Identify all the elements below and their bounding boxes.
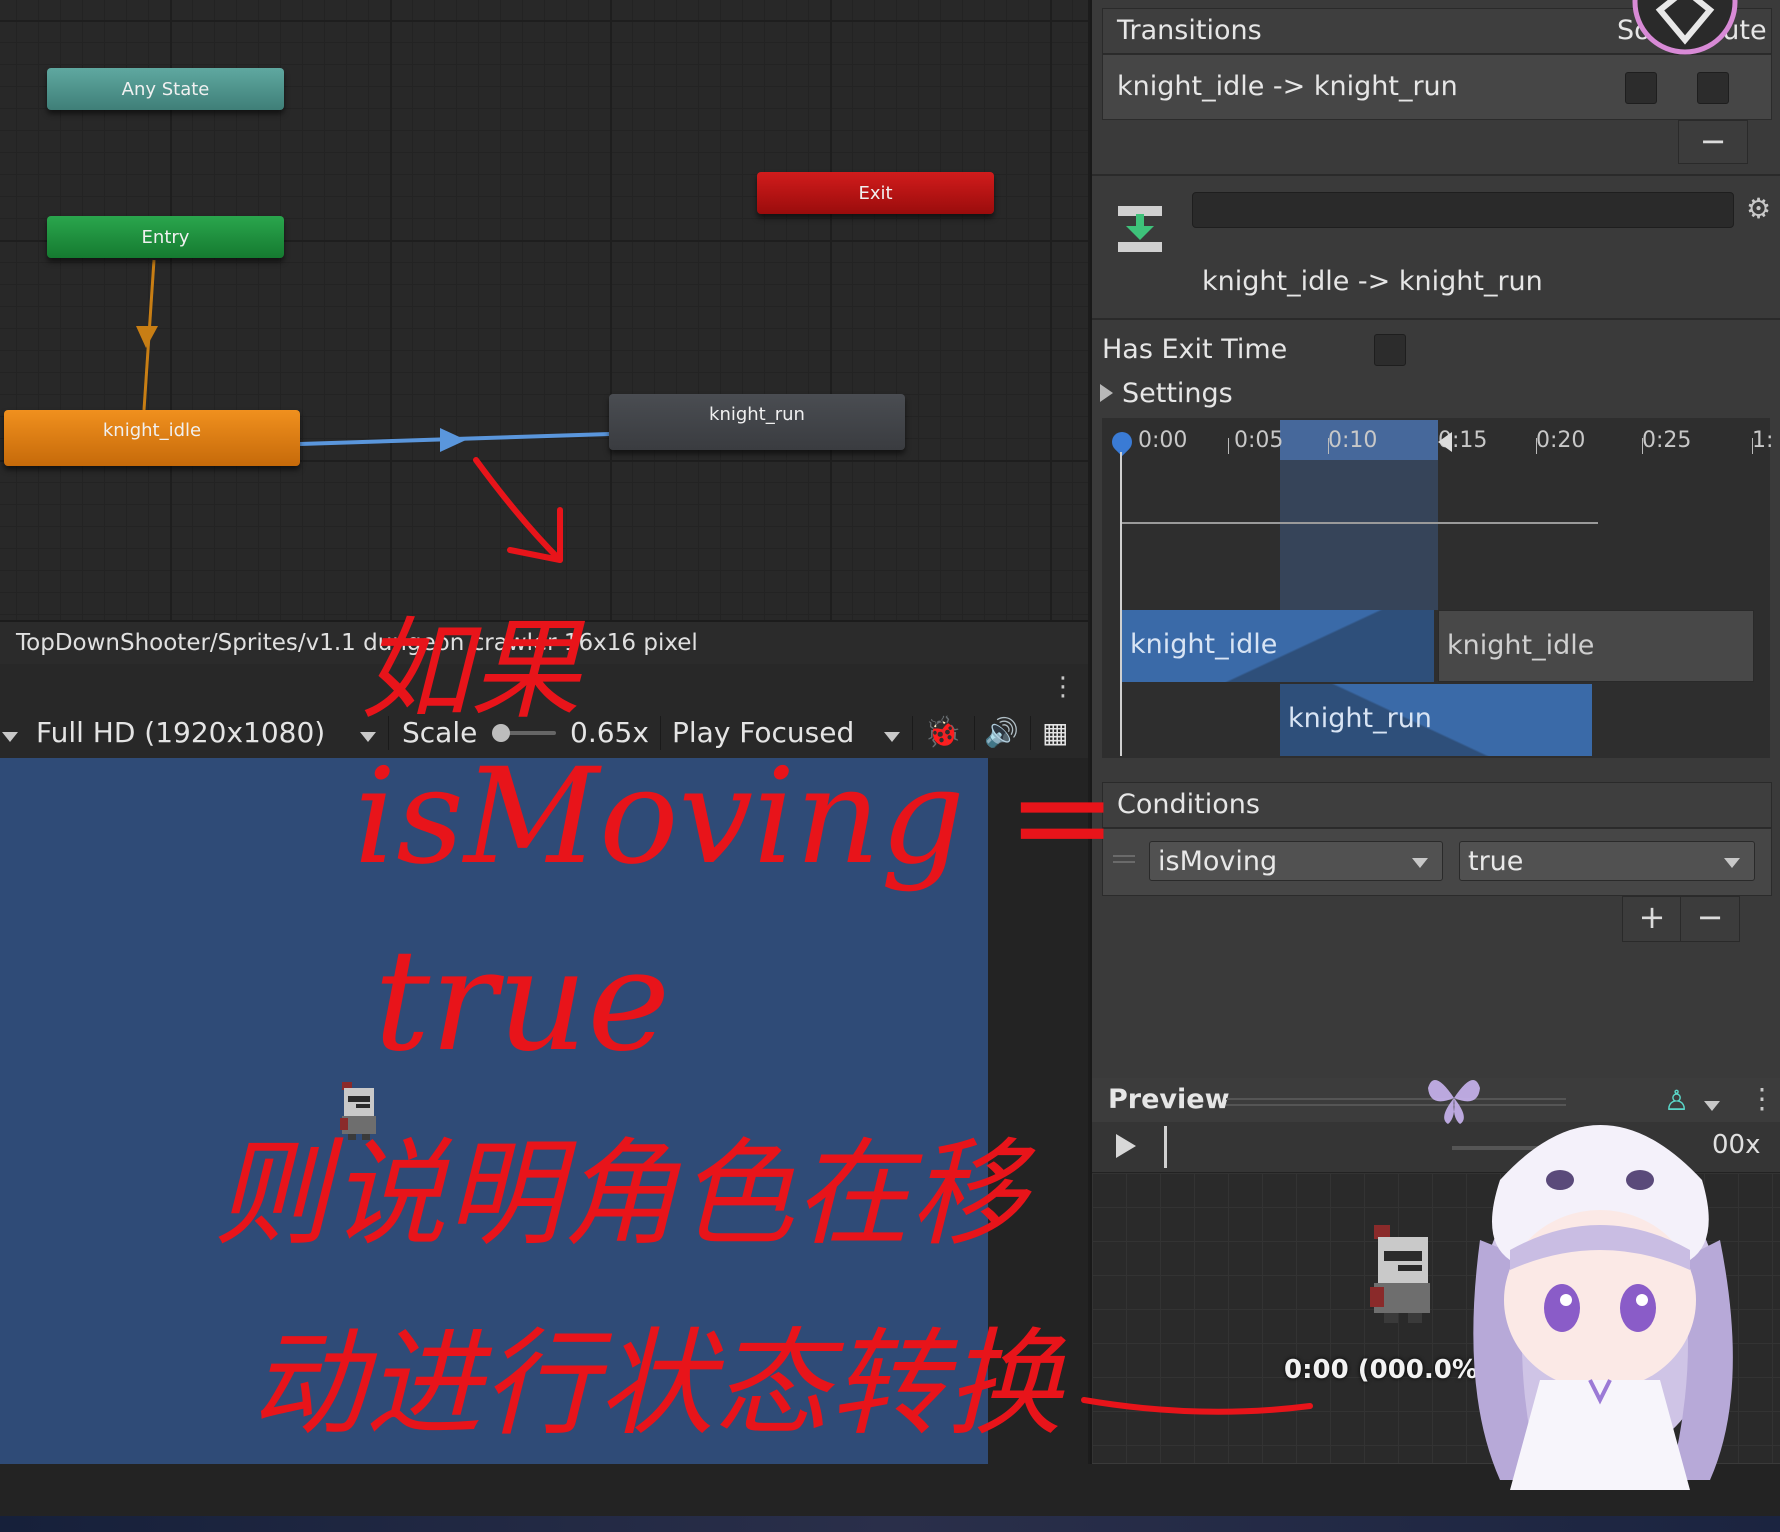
exit-node[interactable]: Exit xyxy=(757,172,994,214)
knight-preview-sprite xyxy=(1370,1225,1430,1323)
timeline-tick: 0:10 xyxy=(1328,428,1378,453)
play-icon[interactable] xyxy=(1116,1134,1136,1158)
timeline-tick: 1: xyxy=(1752,428,1774,453)
condition-value: true xyxy=(1468,846,1524,877)
timeline-tick: 0:25 xyxy=(1642,428,1692,453)
transitions-title: Transitions xyxy=(1117,15,1262,46)
transition-row-label: knight_idle -> knight_run xyxy=(1117,71,1458,102)
add-condition-button[interactable]: + xyxy=(1622,896,1682,942)
annotation-line-4: 则说明角色在移 xyxy=(214,1127,1026,1262)
source-clip[interactable]: knight_idle xyxy=(1122,610,1434,682)
annotation-line-2: isMoving = xyxy=(354,740,1118,894)
timeline-tick: 0:05 xyxy=(1234,428,1284,453)
display-dropdown-icon[interactable] xyxy=(2,708,18,758)
knight-run-node[interactable]: knight_run xyxy=(609,394,905,450)
condition-row: isMoving true xyxy=(1102,828,1772,896)
annotation-line-5: 动进行状态转换 xyxy=(250,1317,1062,1452)
condition-value-dropdown[interactable]: true xyxy=(1459,841,1755,881)
has-exit-time-label: Has Exit Time xyxy=(1102,334,1288,365)
butterfly-icon xyxy=(1428,1080,1480,1124)
logo-overlay-icon xyxy=(1632,0,1738,55)
conditions-title: Conditions xyxy=(1117,789,1260,820)
source-clip-loop[interactable]: knight_idle xyxy=(1438,610,1754,682)
kebab-menu-icon[interactable]: ⋮ xyxy=(1050,672,1076,702)
mute-checkbox[interactable] xyxy=(1697,72,1729,104)
preview-title: Preview xyxy=(1108,1084,1230,1115)
annotation-underline xyxy=(1081,1397,1313,1415)
solo-checkbox[interactable] xyxy=(1625,72,1657,104)
knight-idle-node[interactable]: knight_idle xyxy=(4,410,300,466)
remove-transition-button[interactable]: − xyxy=(1678,120,1748,164)
transition-name: knight_idle -> knight_run xyxy=(1202,266,1543,297)
entry-node[interactable]: Entry xyxy=(47,216,284,258)
transition-name-field[interactable] xyxy=(1192,192,1734,228)
settings-foldout-icon[interactable] xyxy=(1100,384,1113,402)
transition-icon xyxy=(1118,206,1162,252)
curve-line xyxy=(1122,522,1598,524)
has-exit-time-checkbox[interactable] xyxy=(1374,334,1406,366)
resolution-dropdown[interactable]: Full HD (1920x1080) xyxy=(36,708,325,758)
chibi-avatar-overlay xyxy=(1473,1125,1733,1490)
any-state-node[interactable]: Any State xyxy=(47,68,284,110)
conditions-header: Conditions xyxy=(1102,782,1772,828)
preview-scrubber[interactable] xyxy=(1164,1126,1167,1168)
annotation-line-3: true xyxy=(374,920,671,1083)
timeline-tick: 0:00 xyxy=(1138,428,1188,453)
remove-condition-button[interactable]: − xyxy=(1680,896,1740,942)
timeline-tick: 0:20 xyxy=(1536,428,1586,453)
settings-label[interactable]: Settings xyxy=(1122,378,1233,409)
transition-end-marker-icon[interactable] xyxy=(1438,432,1452,452)
annotation-line-1: 如果 xyxy=(360,606,580,734)
condition-parameter: isMoving xyxy=(1158,846,1278,877)
gear-icon[interactable]: ⚙ xyxy=(1746,192,1771,225)
annotation-arrow-icon xyxy=(473,457,563,563)
taskbar-strip xyxy=(0,1516,1780,1532)
destination-clip[interactable]: knight_run xyxy=(1280,684,1592,756)
playhead-line xyxy=(1120,452,1122,756)
condition-parameter-dropdown[interactable]: isMoving xyxy=(1149,841,1443,881)
